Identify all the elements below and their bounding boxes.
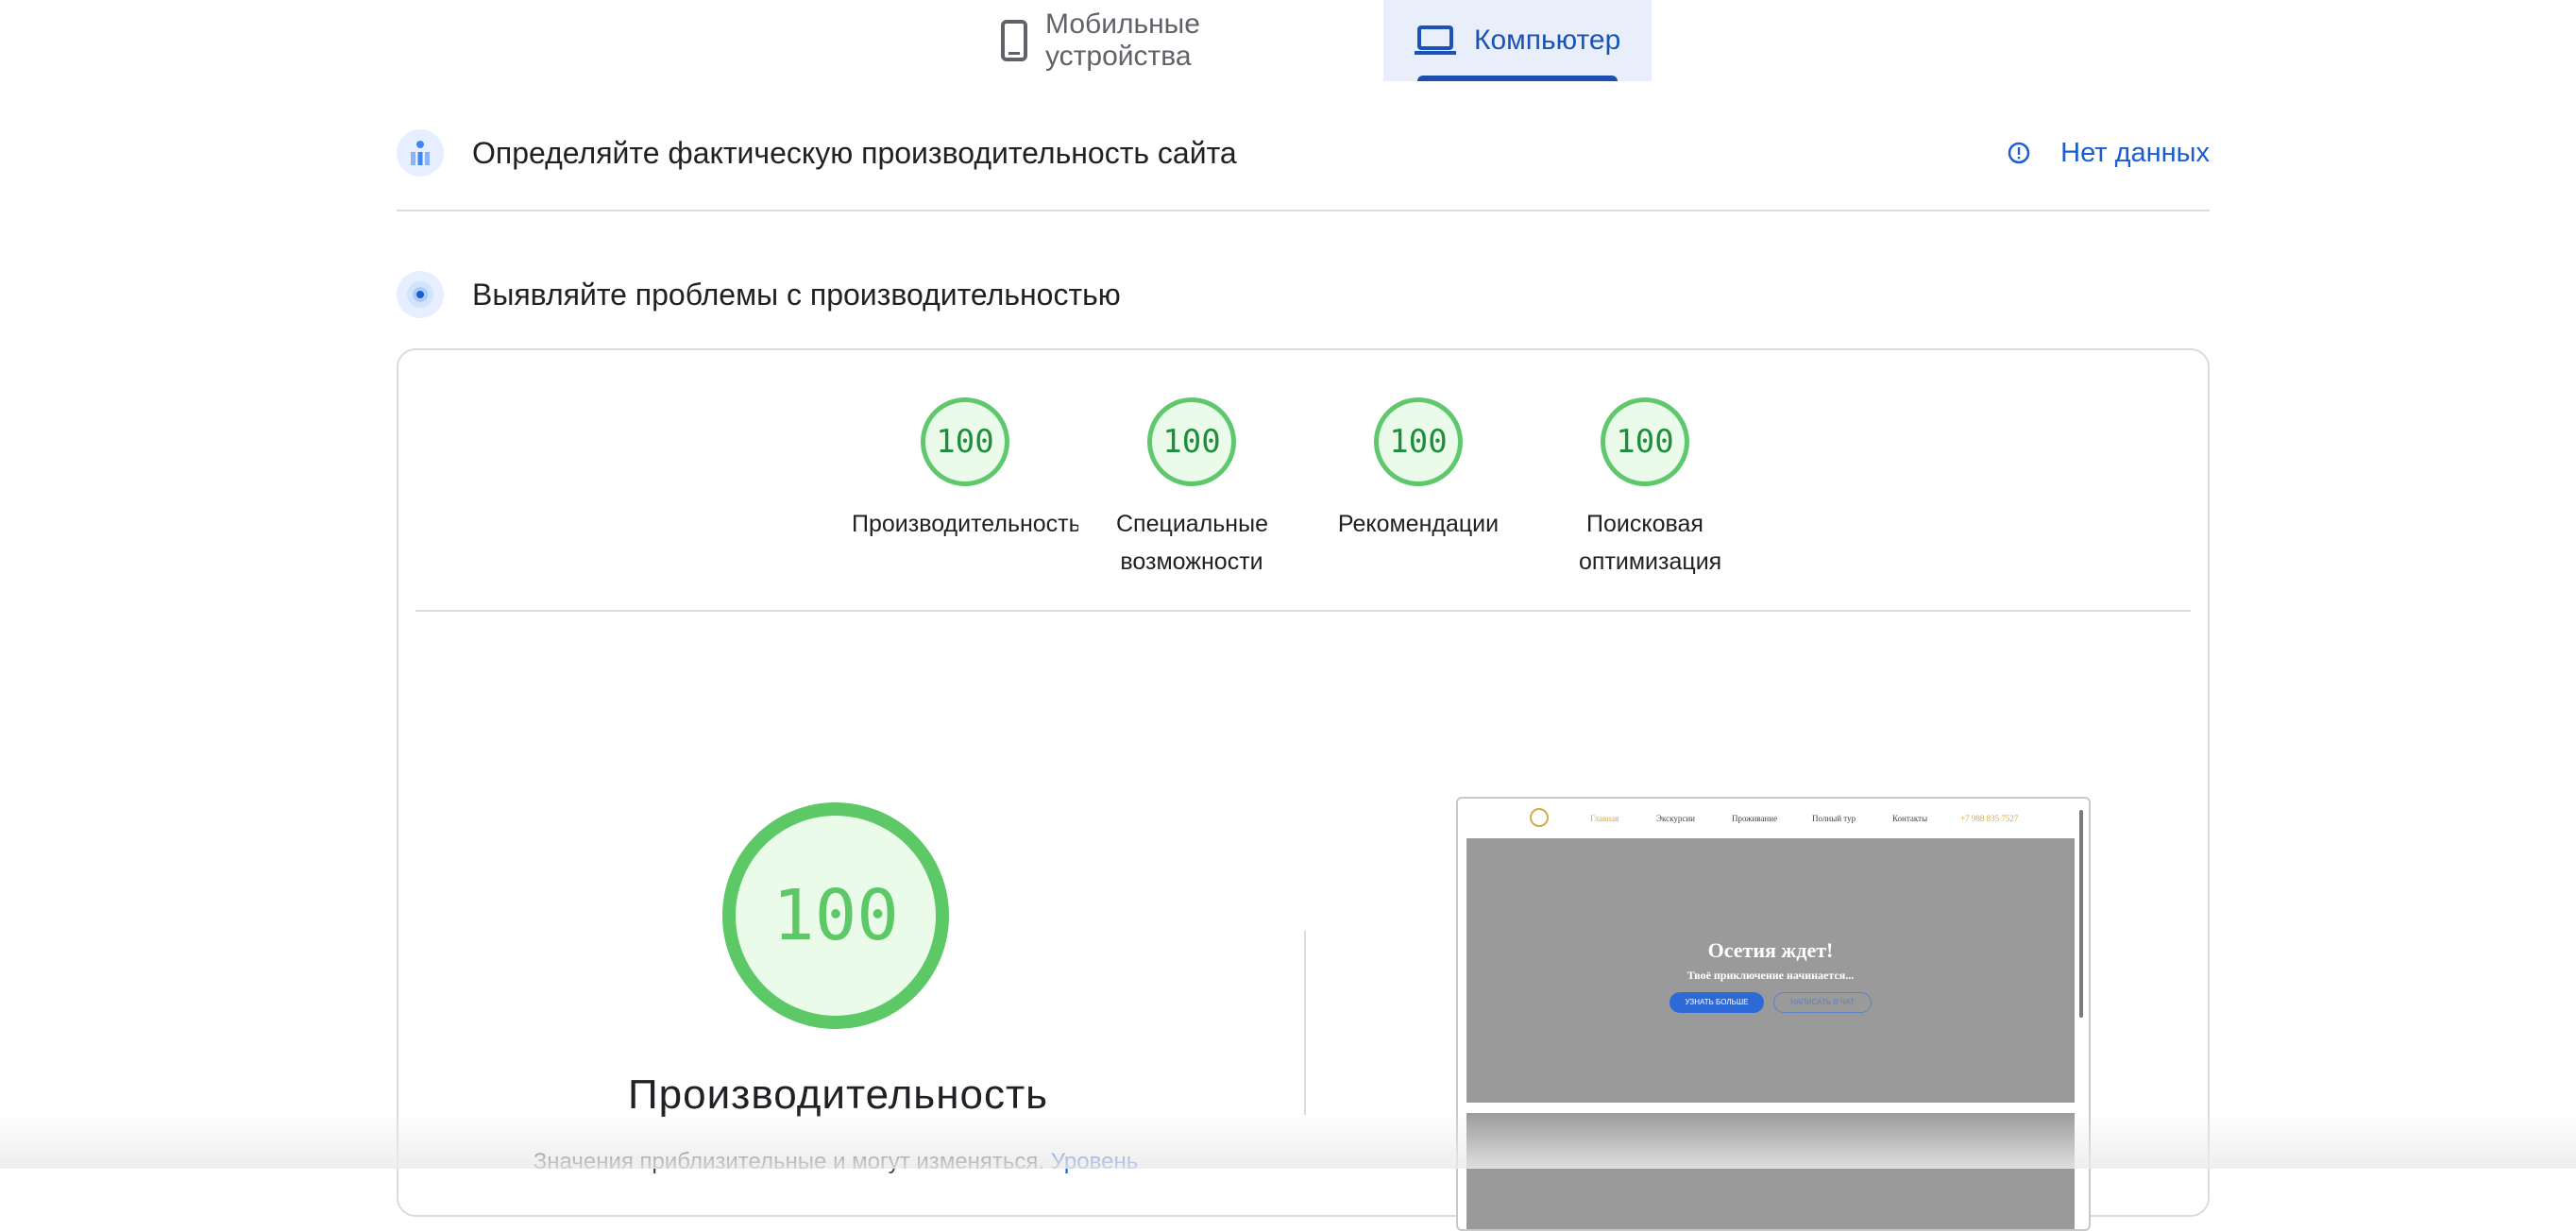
card-divider [415, 610, 2191, 612]
field-data-icon [397, 129, 444, 177]
score-gauge: 100 [921, 397, 1009, 486]
screenshot-scrollbar [2079, 810, 2083, 1018]
screenshot-nav-item: Экскурсии [1656, 814, 1695, 823]
lab-data-icon [397, 271, 444, 318]
hero-title: Осетия ждет! [1707, 938, 1834, 962]
category-label: Рекомендации [1337, 511, 1500, 537]
score-gauge: 100 [1374, 397, 1463, 486]
category-label: Поисковая оптимизация [1579, 511, 1722, 575]
tab-mobile[interactable]: Мобильные устройства [970, 0, 1383, 81]
screenshot-nav-item: +7 988 835 7527 [1960, 814, 2019, 823]
tab-desktop-label: Компьютер [1474, 25, 1621, 56]
screenshot-nav-item: Главная [1590, 814, 1619, 823]
category-best-practices[interactable]: 100 Рекомендации [1305, 397, 1532, 543]
phone-icon [1000, 20, 1028, 61]
performance-note-text: Значения приблизительные и могут изменят… [533, 1149, 1045, 1174]
site-logo-icon [1530, 808, 1549, 827]
laptop-icon [1414, 25, 1457, 57]
performance-title: Производительность [628, 1071, 1049, 1118]
screenshot-nav-item: Проживание [1732, 814, 1778, 823]
info-icon [2008, 142, 2030, 164]
hero-primary-button: УЗНАТЬ БОЛЬШЕ [1669, 992, 1764, 1013]
device-tabs: Мобильные устройства Компьютер [970, 0, 1652, 81]
field-data-status[interactable]: Нет данных [2008, 138, 2210, 169]
category-accessibility[interactable]: 100 Специальные возможности [1078, 397, 1305, 581]
category-label: Производительность [852, 511, 1078, 537]
screenshot-next-section [1466, 1113, 2075, 1229]
performance-score-gauge: 100 [722, 802, 949, 1029]
category-performance[interactable]: 100 Производительность [852, 397, 1078, 543]
active-tab-indicator [1417, 76, 1618, 81]
screenshot-nav-item: Контакты [1892, 814, 1928, 823]
screenshot-hero: Осетия ждет! Твоё приключение начинается… [1466, 838, 2075, 1103]
hero-secondary-button: НАПИСАТЬ В ЧАТ [1773, 992, 1872, 1013]
score-gauge: 100 [1147, 397, 1236, 486]
lab-data-header: Выявляйте проблемы с производительностью [397, 266, 2210, 323]
screenshot-nav-item: Полный тур [1812, 814, 1856, 823]
section-divider [397, 210, 2210, 211]
category-label: Специальные возможности [1116, 511, 1268, 575]
field-data-title: Определяйте фактическую производительнос… [472, 135, 1237, 170]
tab-mobile-label: Мобильные устройства [1045, 8, 1200, 72]
screenshot-nav: Главная Экскурсии Проживание Полный тур … [1458, 799, 2089, 838]
field-data-header: Определяйте фактическую производительнос… [397, 125, 2210, 181]
report-card: 100 Производительность 100 Специальные в… [397, 348, 2210, 1231]
performance-note-link[interactable]: Уровень [1051, 1149, 1138, 1174]
category-gauges: 100 Производительность 100 Специальные в… [398, 397, 2208, 615]
no-data-label: Нет данных [2060, 137, 2210, 168]
hero-subtitle: Твоё приключение начинается... [1686, 969, 1855, 982]
page-screenshot: Главная Экскурсии Проживание Полный тур … [1456, 797, 2091, 1231]
category-seo[interactable]: 100 Поисковая оптимизация [1532, 397, 1758, 581]
tab-desktop[interactable]: Компьютер [1383, 0, 1652, 81]
hero-buttons: УЗНАТЬ БОЛЬШЕ НАПИСАТЬ В ЧАТ [1466, 992, 2075, 1013]
performance-note: Значения приблизительные и могут изменят… [515, 1149, 1157, 1175]
lab-data-title: Выявляйте проблемы с производительностью [472, 277, 1121, 312]
score-gauge: 100 [1601, 397, 1689, 486]
vertical-separator [1304, 931, 1306, 1115]
